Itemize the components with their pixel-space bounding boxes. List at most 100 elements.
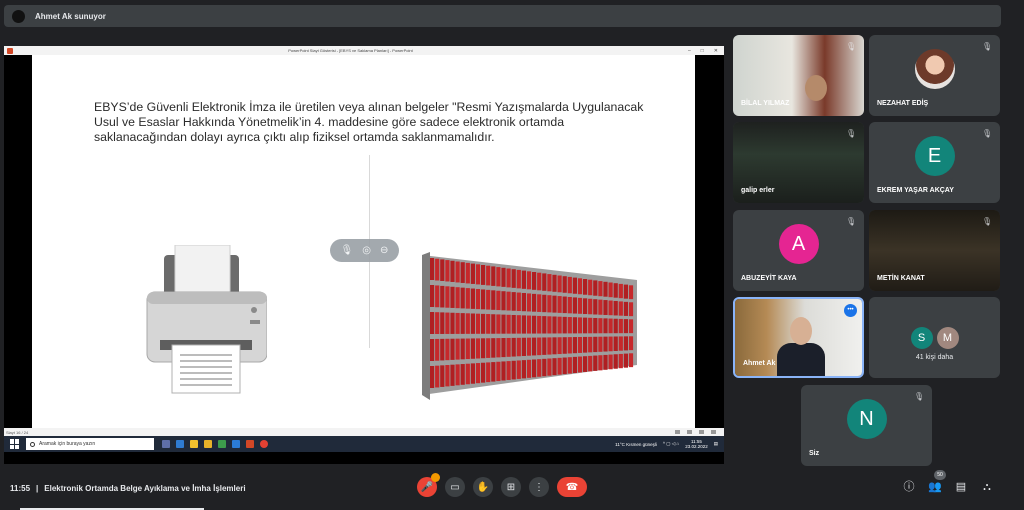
participant-tile[interactable]: A ABUZEYİT KAYA 🎙 [733, 210, 864, 291]
binder [572, 356, 577, 374]
search-icon [30, 441, 35, 447]
window-title: PowerPoint Slayt Gösterisi - [EBYS ve Sa… [288, 48, 413, 53]
binder [460, 287, 465, 309]
binder [608, 300, 613, 316]
binder [567, 357, 572, 374]
more-options-button[interactable]: ⋮ [529, 477, 549, 497]
people-button[interactable]: 👥 50 [928, 470, 946, 494]
camera-toggle-button[interactable]: ▭ [445, 477, 465, 497]
maximize-icon: □ [700, 47, 704, 54]
binder [486, 265, 491, 286]
binder [618, 283, 623, 299]
binder [445, 260, 450, 282]
participant-tile[interactable]: N Siz 🎙 [801, 385, 932, 466]
people-count-badge: 50 [934, 470, 946, 480]
binder [537, 315, 542, 334]
binder [440, 312, 445, 334]
chat-button[interactable]: ▤ [954, 480, 968, 494]
activities-button[interactable]: ⛬ [980, 480, 994, 494]
view-normal-icon [675, 430, 680, 434]
binder [628, 302, 634, 317]
participant-tile[interactable]: NEZAHAT EDİŞ 🎙 [869, 35, 1000, 116]
participant-tile[interactable]: galip erler 🎙 [733, 122, 864, 203]
binder [465, 313, 470, 334]
binder [460, 313, 465, 334]
microphone-toggle-button[interactable]: 🎤 [417, 473, 440, 497]
binder [440, 285, 445, 308]
binder [440, 338, 445, 361]
participant-tile[interactable]: S M 41 kişi daha [869, 297, 1000, 378]
participant-tile[interactable]: E EKREM YAŞAR AKÇAY 🎙 [869, 122, 1000, 203]
binder [501, 291, 506, 311]
binder [613, 283, 618, 298]
notification-dot [431, 473, 440, 482]
binder [475, 288, 481, 310]
audio-off-icon[interactable]: ◎ [362, 245, 371, 256]
binder [623, 353, 628, 368]
binder [491, 266, 496, 286]
binder [521, 292, 526, 312]
binder [572, 297, 577, 314]
binder [455, 364, 460, 386]
presenter-avatar [12, 9, 25, 23]
binder [598, 336, 603, 352]
binder [450, 338, 455, 360]
binder [460, 338, 465, 360]
binder [583, 336, 588, 353]
participant-avatar: N [846, 399, 887, 440]
stop-icon[interactable]: ⊖ [380, 245, 388, 256]
binder [435, 338, 440, 361]
binder [440, 365, 445, 387]
binder [603, 318, 608, 334]
binder [618, 353, 623, 369]
meeting-title: Elektronik Ortamda Belge Ayıklama ve İmh… [44, 484, 246, 493]
binder [526, 359, 532, 378]
binder [470, 338, 475, 359]
binder [613, 300, 618, 316]
binder [567, 296, 572, 314]
view-controls [675, 430, 716, 434]
taskbar-apps [162, 440, 268, 448]
meeting-details-button[interactable]: ⓘ [902, 480, 916, 494]
binder [521, 337, 526, 356]
binder [496, 338, 501, 358]
participant-name: NEZAHAT EDİŞ [877, 100, 929, 107]
binder [603, 354, 608, 370]
presenter-floating-controls[interactable]: 🎙 ◎ ⊖ [330, 239, 399, 262]
binder [486, 362, 491, 383]
binder [583, 279, 588, 295]
binder [445, 312, 450, 334]
view-reading-icon [699, 430, 704, 434]
binder [445, 338, 450, 361]
participant-name: BİLAL YILMAZ [741, 100, 790, 107]
binder [470, 288, 475, 309]
binder [475, 264, 481, 285]
binder [542, 316, 547, 334]
binder [623, 301, 628, 316]
binder [491, 338, 496, 358]
more-vert-icon: ⋮ [534, 481, 544, 493]
mic-off-icon[interactable]: 🎙 [341, 245, 354, 256]
binder [547, 337, 552, 355]
tray-clock: 11:55 23.02.2022 [685, 439, 708, 449]
end-call-button[interactable]: ☎ [557, 477, 587, 497]
participant-tile[interactable]: ••• Ahmet Ak [733, 297, 864, 378]
binder [450, 364, 455, 386]
binder [516, 269, 521, 289]
binder [455, 261, 460, 283]
binder [562, 357, 567, 375]
system-tray: 11°C Kısmen güneşli ^ ▢ ◁ ⌂ 11:55 23.02.… [615, 439, 718, 449]
binder [537, 337, 542, 356]
participant-tile[interactable]: METİN KANAT 🎙 [869, 210, 1000, 291]
mic-off-icon: 🎙 [914, 392, 925, 401]
chrome-icon [260, 440, 268, 448]
raise-hand-button[interactable]: ✋ [473, 477, 493, 497]
binder [547, 274, 552, 292]
binder [455, 312, 460, 334]
present-button[interactable]: ⊞ [501, 477, 521, 497]
binder [501, 338, 506, 358]
participant-tile[interactable]: BİLAL YILMAZ 🎙 [733, 35, 864, 116]
binder [532, 293, 537, 312]
taskbar-search: Aramak için buraya yazın [26, 438, 154, 450]
binder [465, 363, 470, 385]
